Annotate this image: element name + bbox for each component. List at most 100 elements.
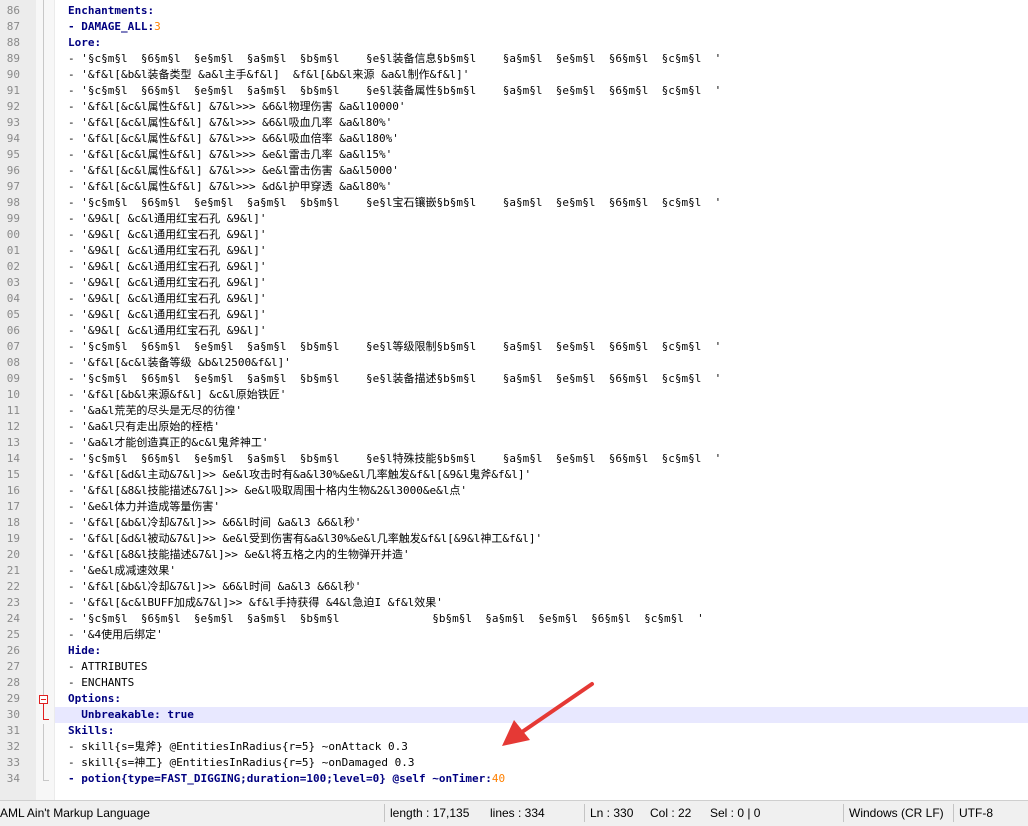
- line-number: 18: [6, 516, 20, 529]
- code-line[interactable]: Lore:: [68, 35, 1028, 51]
- fold-guide-line-active: [43, 704, 44, 719]
- code-token: - '&e&l体力并造成等量伤害': [68, 500, 220, 513]
- status-language[interactable]: AML Ain't Markup Language: [0, 801, 380, 825]
- line-number: 17: [6, 500, 20, 513]
- code-token: - '&9&l[ &c&l通用红宝石孔 &9&l]': [68, 260, 267, 273]
- code-line[interactable]: - '&f&l[&c&lBUFF加成&7&l]>> &f&l手持获得 &4&l急…: [68, 595, 1028, 611]
- code-line[interactable]: - '&a&l才能创造真正的&c&l鬼斧神工': [68, 435, 1028, 451]
- code-line[interactable]: - '&9&l[ &c&l通用红宝石孔 &9&l]': [68, 243, 1028, 259]
- line-number: 23: [6, 596, 20, 609]
- code-line[interactable]: Unbreakable: true: [68, 707, 1028, 723]
- line-number: 13: [6, 436, 20, 449]
- status-length: length : 17,135: [390, 806, 470, 820]
- code-token: - '&9&l[ &c&l通用红宝石孔 &9&l]': [68, 308, 267, 321]
- code-line[interactable]: - '&f&l[&d&l主动&7&l]>> &e&l攻击时有&a&l30%&e&…: [68, 467, 1028, 483]
- code-line[interactable]: - ATTRIBUTES: [68, 659, 1028, 675]
- code-line[interactable]: - '&f&l[&b&l冷却&7&l]>> &6&l时间 &a&l3 &6&l秒…: [68, 579, 1028, 595]
- code-line[interactable]: - '&9&l[ &c&l通用红宝石孔 &9&l]': [68, 323, 1028, 339]
- line-number: 24: [6, 612, 20, 625]
- status-col[interactable]: Col : 22: [646, 801, 710, 825]
- code-line[interactable]: - '&9&l[ &c&l通用红宝石孔 &9&l]': [68, 211, 1028, 227]
- code-line[interactable]: Skills:: [68, 723, 1028, 739]
- line-number: 06: [6, 324, 20, 337]
- code-line[interactable]: - '&f&l[&8&l技能描述&7&l]>> &e&l将五格之内的生物弹开并造…: [68, 547, 1028, 563]
- code-line[interactable]: Options:: [68, 691, 1028, 707]
- code-token: - '&f&l[&c&l属性&f&l] &7&l>>> &6&l物理伤害 &a&…: [68, 100, 406, 113]
- code-line[interactable]: - '&f&l[&8&l技能描述&7&l]>> &e&l吸取周围十格内生物&2&…: [68, 483, 1028, 499]
- code-line[interactable]: - '&f&l[&b&l来源&f&l] &c&l原始铁匠': [68, 387, 1028, 403]
- code-line[interactable]: - '&f&l[&c&l属性&f&l] &7&l>>> &6&l物理伤害 &a&…: [68, 99, 1028, 115]
- code-line[interactable]: - '&f&l[&b&l冷却&7&l]>> &6&l时间 &a&l3 &6&l秒…: [68, 515, 1028, 531]
- code-line[interactable]: - '&f&l[&c&l属性&f&l] &7&l>>> &d&l护甲穿透 &a&…: [68, 179, 1028, 195]
- code-line[interactable]: - '&9&l[ &c&l通用红宝石孔 &9&l]': [68, 275, 1028, 291]
- code-line[interactable]: - '§c§m§l §6§m§l §e§m§l §a§m§l §b§m§l §b…: [68, 611, 1028, 627]
- code-token: - '&9&l[ &c&l通用红宝石孔 &9&l]': [68, 276, 267, 289]
- line-number: 09: [6, 372, 20, 385]
- status-encoding[interactable]: UTF-8: [955, 801, 1028, 825]
- status-ln[interactable]: Ln : 330: [586, 801, 650, 825]
- code-line[interactable]: - DAMAGE_ALL:3: [68, 19, 1028, 35]
- code-line[interactable]: - '&9&l[ &c&l通用红宝石孔 &9&l]': [68, 291, 1028, 307]
- code-token: - skill{s=鬼斧} @EntitiesInRadius{r=5} ~on…: [68, 740, 408, 753]
- code-line[interactable]: - '&f&l[&c&l属性&f&l] &7&l>>> &e&l雷击伤害 &a&…: [68, 163, 1028, 179]
- code-token: - '&a&l只有走出原始的桎梏': [68, 420, 220, 433]
- line-number: 19: [6, 532, 20, 545]
- code-token: - '&f&l[&b&l来源&f&l] &c&l原始铁匠': [68, 388, 287, 401]
- line-number: 94: [6, 132, 20, 145]
- status-sel[interactable]: Sel : 0 | 0: [706, 801, 844, 825]
- code-line[interactable]: - '§c§m§l §6§m§l §e§m§l §a§m§l §b§m§l §e…: [68, 339, 1028, 355]
- line-number: 29: [6, 692, 20, 705]
- code-line[interactable]: - '&a&l只有走出原始的桎梏': [68, 419, 1028, 435]
- code-line[interactable]: - skill{s=神工} @EntitiesInRadius{r=5} ~on…: [68, 755, 1028, 771]
- line-number: 88: [6, 36, 20, 49]
- line-number: 34: [6, 772, 20, 785]
- line-number: 96: [6, 164, 20, 177]
- code-line[interactable]: - '&f&l[&c&l属性&f&l] &7&l>>> &6&l吸血倍率 &a&…: [68, 131, 1028, 147]
- line-number: 12: [6, 420, 20, 433]
- line-number: 99: [6, 212, 20, 225]
- line-number: 91: [6, 84, 20, 97]
- code-token: Hide:: [68, 644, 102, 657]
- code-line[interactable]: - '§c§m§l §6§m§l §e§m§l §a§m§l §b§m§l §e…: [68, 195, 1028, 211]
- code-line[interactable]: - '&e&l成减速效果': [68, 563, 1028, 579]
- status-divider: [953, 804, 954, 822]
- code-token: - '&4使用后绑定': [68, 628, 163, 641]
- code-token: - '&f&l[&d&l被动&7&l]>> &e&l受到伤害有&a&l30%&e…: [68, 532, 543, 545]
- code-token: - '&f&l[&c&l属性&f&l] &7&l>>> &6&l吸血倍率 &a&…: [68, 132, 399, 145]
- code-line[interactable]: Hide:: [68, 643, 1028, 659]
- code-line[interactable]: - '§c§m§l §6§m§l §e§m§l §a§m§l §b§m§l §e…: [68, 51, 1028, 67]
- code-token: - '&9&l[ &c&l通用红宝石孔 &9&l]': [68, 212, 267, 225]
- code-line[interactable]: - '&f&l[&c&l装备等级 &b&l2500&f&l]': [68, 355, 1028, 371]
- code-line[interactable]: - '&9&l[ &c&l通用红宝石孔 &9&l]': [68, 259, 1028, 275]
- line-number: 26: [6, 644, 20, 657]
- code-line[interactable]: - '&f&l[&d&l被动&7&l]>> &e&l受到伤害有&a&l30%&e…: [68, 531, 1028, 547]
- code-line[interactable]: - '&9&l[ &c&l通用红宝石孔 &9&l]': [68, 307, 1028, 323]
- line-number: 25: [6, 628, 20, 641]
- code-line[interactable]: - ENCHANTS: [68, 675, 1028, 691]
- code-line[interactable]: - '&f&l[&b&l装备类型 &a&l主手&f&l] &f&l[&b&l来源…: [68, 67, 1028, 83]
- code-line[interactable]: - '&e&l体力并造成等量伤害': [68, 499, 1028, 515]
- code-token: - potion{type=FAST_DIGGING;duration=100;…: [68, 772, 492, 785]
- line-number: 90: [6, 68, 20, 81]
- code-token: - '&f&l[&b&l冷却&7&l]>> &6&l时间 &a&l3 &6&l秒…: [68, 516, 362, 529]
- code-line[interactable]: - '&9&l[ &c&l通用红宝石孔 &9&l]': [68, 227, 1028, 243]
- code-line[interactable]: Enchantments:: [68, 3, 1028, 19]
- code-token: - '&f&l[&c&l装备等级 &b&l2500&f&l]': [68, 356, 291, 369]
- code-line[interactable]: - '§c§m§l §6§m§l §e§m§l §a§m§l §b§m§l §e…: [68, 83, 1028, 99]
- fold-guide-line: [43, 0, 44, 696]
- code-line[interactable]: - '&a&l荒芜的尽头是无尽的彷徨': [68, 403, 1028, 419]
- code-line[interactable]: - '§c§m§l §6§m§l §e§m§l §a§m§l §b§m§l §e…: [68, 371, 1028, 387]
- code-line[interactable]: - '&f&l[&c&l属性&f&l] &7&l>>> &6&l吸血几率 &a&…: [68, 115, 1028, 131]
- editor-pane[interactable]: 86 Enchantments: 87 - DAMAGE_ALL:3 88 Lore: 89…: [0, 0, 1028, 800]
- line-number: 20: [6, 548, 20, 561]
- code-token: - '&f&l[&c&l属性&f&l] &7&l>>> &6&l吸血几率 &a&…: [68, 116, 393, 129]
- code-line[interactable]: - '§c§m§l §6§m§l §e§m§l §a§m§l §b§m§l §e…: [68, 451, 1028, 467]
- code-line[interactable]: - '&4使用后绑定': [68, 627, 1028, 643]
- code-line[interactable]: - potion{type=FAST_DIGGING;duration=100;…: [68, 771, 1028, 787]
- line-number: 11: [6, 404, 20, 417]
- code-token: Options:: [68, 692, 121, 705]
- fold-marker-icon[interactable]: [39, 695, 48, 704]
- status-eol[interactable]: Windows (CR LF): [845, 801, 954, 825]
- code-line[interactable]: - skill{s=鬼斧} @EntitiesInRadius{r=5} ~on…: [68, 739, 1028, 755]
- code-line[interactable]: - '&f&l[&c&l属性&f&l] &7&l>>> &e&l雷击几率 &a&…: [68, 147, 1028, 163]
